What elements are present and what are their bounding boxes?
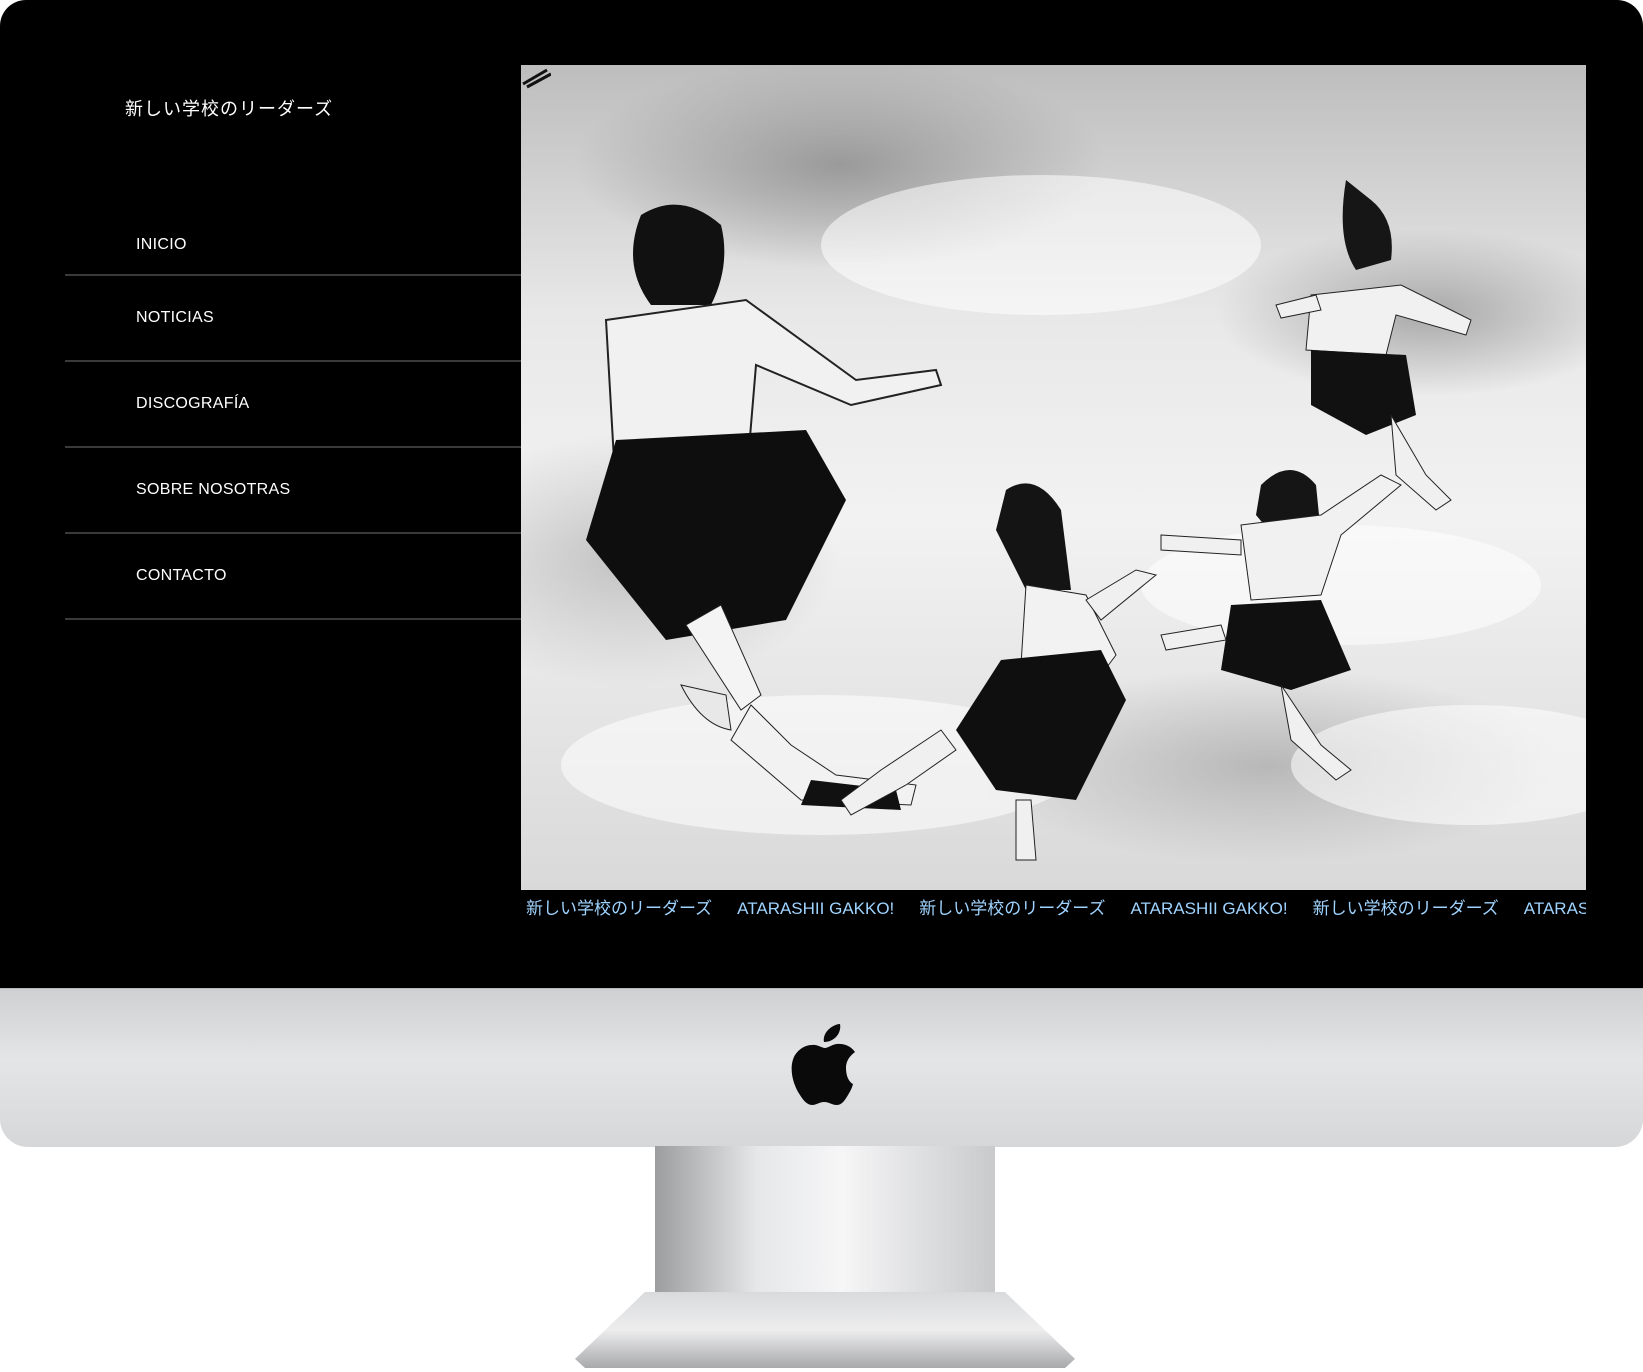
ticker-item: ATARASHII GAKKO!	[737, 899, 895, 918]
ticker-item: 新しい学校のリーダーズ	[919, 899, 1106, 918]
hamburger-icon[interactable]	[521, 65, 551, 89]
dancer-3	[1275, 180, 1472, 511]
ticker-item: ATARASHII GAKKO!	[1130, 899, 1288, 918]
nav-item-inicio[interactable]: INICIO	[65, 215, 521, 276]
apple-logo-icon	[791, 1024, 855, 1105]
sidebar: 新しい学校のリーダーズ INICIO NOTICIAS DISCOGRAFÍA …	[65, 65, 521, 927]
site-brand[interactable]: 新しい学校のリーダーズ	[125, 95, 333, 121]
nav-item-sobre-nosotras[interactable]: SOBRE NOSOTRAS	[65, 448, 521, 534]
ticker-item: 新しい学校のリーダーズ	[526, 899, 713, 918]
imac-stand-foot	[575, 1292, 1075, 1368]
nav-item-discografia[interactable]: DISCOGRAFÍA	[65, 362, 521, 448]
hero-photo	[521, 65, 1586, 890]
marquee-ticker: 新しい学校のリーダーズ ATARASHII GAKKO! 新しい学校のリーダーズ AT…	[521, 890, 1586, 927]
dancers-illustration	[561, 175, 1586, 861]
main-nav: INICIO NOTICIAS DISCOGRAFÍA SOBRE NOSOTR…	[65, 215, 521, 620]
nav-item-contacto[interactable]: CONTACTO	[65, 534, 521, 620]
nav-item-noticias[interactable]: NOTICIAS	[65, 276, 521, 362]
ticker-item: 新しい学校のリーダーズ	[1312, 899, 1499, 918]
imac-stand-neck	[655, 1146, 995, 1296]
screen: 新しい学校のリーダーズ INICIO NOTICIAS DISCOGRAFÍA …	[65, 65, 1586, 927]
ticker-item: ATARASH	[1523, 899, 1586, 918]
